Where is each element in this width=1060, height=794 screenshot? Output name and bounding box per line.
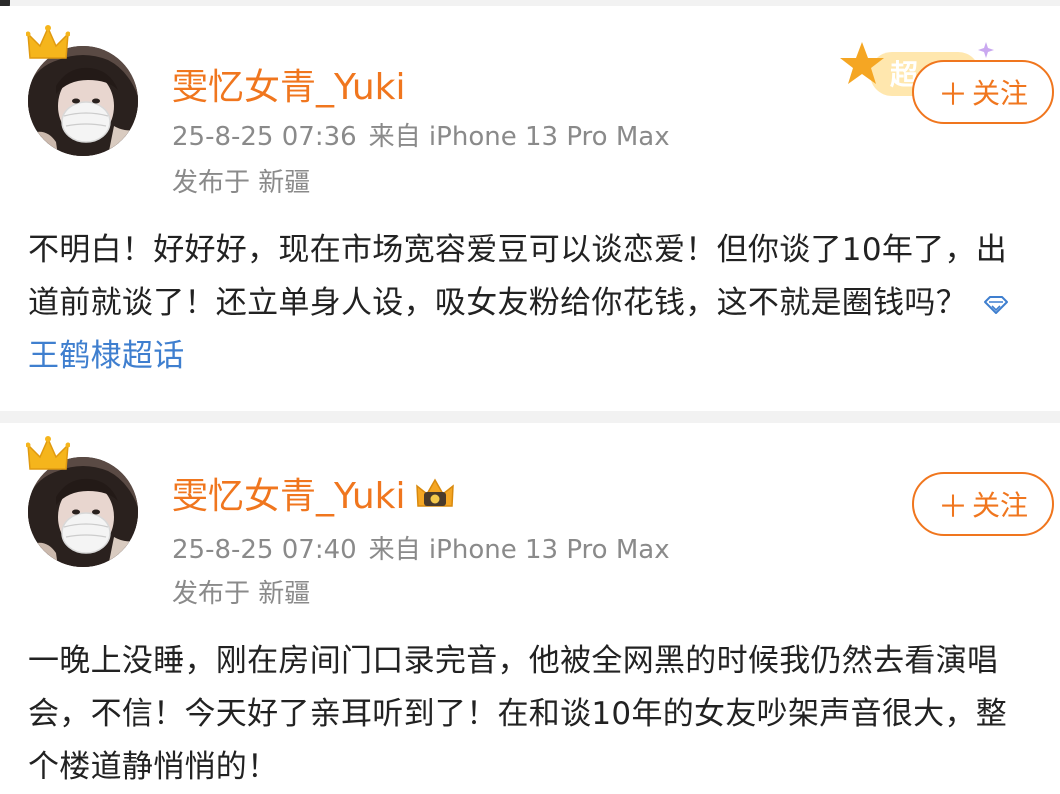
vip-crown-icon (415, 478, 454, 507)
post-source: 来自 iPhone 13 Pro Max (368, 122, 670, 152)
post-meta: 25-8-25 07:36 来自 iPhone 13 Pro Max (172, 116, 670, 153)
post-text: 不明白！好好好，现在市场宽容爱豆可以谈恋爱！但你谈了10年了，出道前就谈了！还立… (28, 232, 1008, 321)
follow-label: 关注 (971, 77, 1028, 110)
post-meta: 25-8-25 07:40 来自 iPhone 13 Pro Max (172, 529, 670, 566)
follow-button[interactable]: ＋关注 (912, 472, 1054, 536)
crown-icon (26, 436, 70, 470)
username[interactable]: 雯忆女青_Yuki (172, 476, 406, 517)
timestamp: 25-8-25 07:36 (172, 122, 357, 152)
post-content: 一晚上没睡，刚在房间门口录完音，他被全网黑的时候我仍然去看演唱会，不信！今天好了… (28, 635, 1038, 794)
plus-icon: ＋ (937, 490, 968, 525)
post-text: 一晚上没睡，刚在房间门口录完音，他被全网黑的时候我仍然去看演唱会，不信！今天好了… (28, 643, 1008, 785)
follow-label: 关注 (971, 489, 1028, 522)
post-card: 雯忆女青_Yuki 25-8-25 07:40 来自 iPhone 13 Pro … (0, 423, 1060, 785)
avatar[interactable] (26, 436, 140, 569)
post-content: 不明白！好好好，现在市场宽容爱豆可以谈恋爱！但你谈了10年了，出道前就谈了！还立… (28, 224, 1038, 383)
topic-label: 王鹤棣超话 (28, 338, 185, 374)
diamond-icon (984, 296, 1009, 314)
crown-icon (26, 25, 70, 59)
post-location: 发布于 新疆 (172, 579, 311, 609)
timestamp: 25-8-25 07:40 (172, 535, 357, 565)
follow-button[interactable]: ＋关注 (912, 60, 1054, 124)
avatar[interactable] (26, 25, 140, 158)
username-row: 雯忆女青_Yuki (172, 467, 456, 519)
plus-icon: ＋ (937, 78, 968, 113)
post-location: 发布于 新疆 (172, 168, 311, 198)
post-card: 雯忆女青_Yuki 25-8-25 07:36 来自 iPhone 13 Pro … (0, 6, 1060, 411)
username[interactable]: 雯忆女青_Yuki (172, 58, 406, 110)
post-source: 来自 iPhone 13 Pro Max (368, 535, 670, 565)
post-divider (0, 411, 1060, 423)
